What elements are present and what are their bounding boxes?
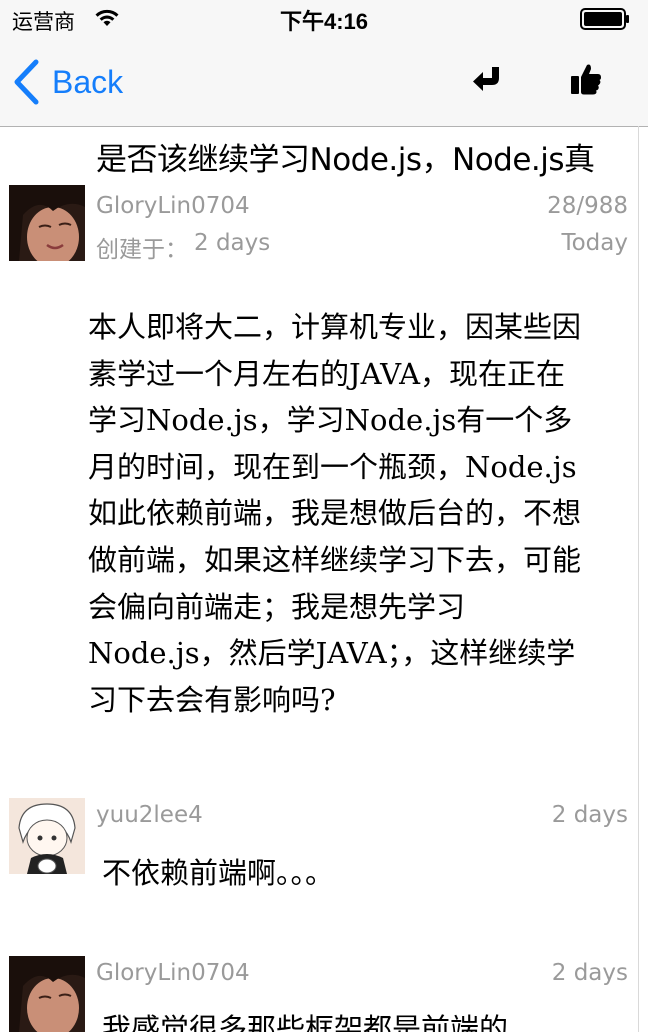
reply-author[interactable]: GloryLin0704 — [96, 960, 250, 986]
topic-title: 是否该继续学习Node.js，Node.js真 — [96, 142, 595, 178]
reply-avatar[interactable] — [9, 956, 85, 1032]
reply-avatar[interactable] — [9, 798, 85, 874]
reply-time: 2 days — [551, 960, 628, 986]
created-value: 2 days — [194, 230, 271, 256]
created-label: 创建于： — [96, 237, 188, 263]
topic-counts: 28/988 — [547, 193, 628, 219]
scroll-edge — [638, 126, 639, 1032]
navigation-bar: Back — [0, 40, 648, 127]
chevron-left-icon — [14, 59, 39, 105]
thumbs-up-icon[interactable] — [570, 62, 602, 96]
topic-detail-screen: 运营商 下午4:16 Back 是否该继续学习Node.js，Node.js真 … — [0, 0, 648, 1032]
updated-time: Today — [561, 230, 628, 256]
reply-author[interactable]: yuu2lee4 — [96, 802, 203, 828]
back-button[interactable]: Back — [12, 58, 123, 106]
reply-content: 不依赖前端啊。。。 — [102, 856, 335, 890]
status-time: 下午4:16 — [279, 9, 369, 34]
reply-content: 我感觉很多那些框架都是前端的 — [102, 1012, 509, 1032]
reply-icon[interactable] — [470, 64, 504, 98]
battery-icon — [580, 8, 629, 30]
back-label: Back — [52, 63, 124, 100]
status-bar: 运营商 下午4:16 — [0, 0, 648, 40]
topic-body: 本人即将大二，计算机专业，因某些因素学过一个月左右的JAVA，现在正在学习Nod… — [88, 310, 582, 717]
author-avatar[interactable] — [9, 185, 85, 261]
topic-author[interactable]: GloryLin0704 — [96, 193, 250, 219]
reply-time: 2 days — [551, 802, 628, 828]
